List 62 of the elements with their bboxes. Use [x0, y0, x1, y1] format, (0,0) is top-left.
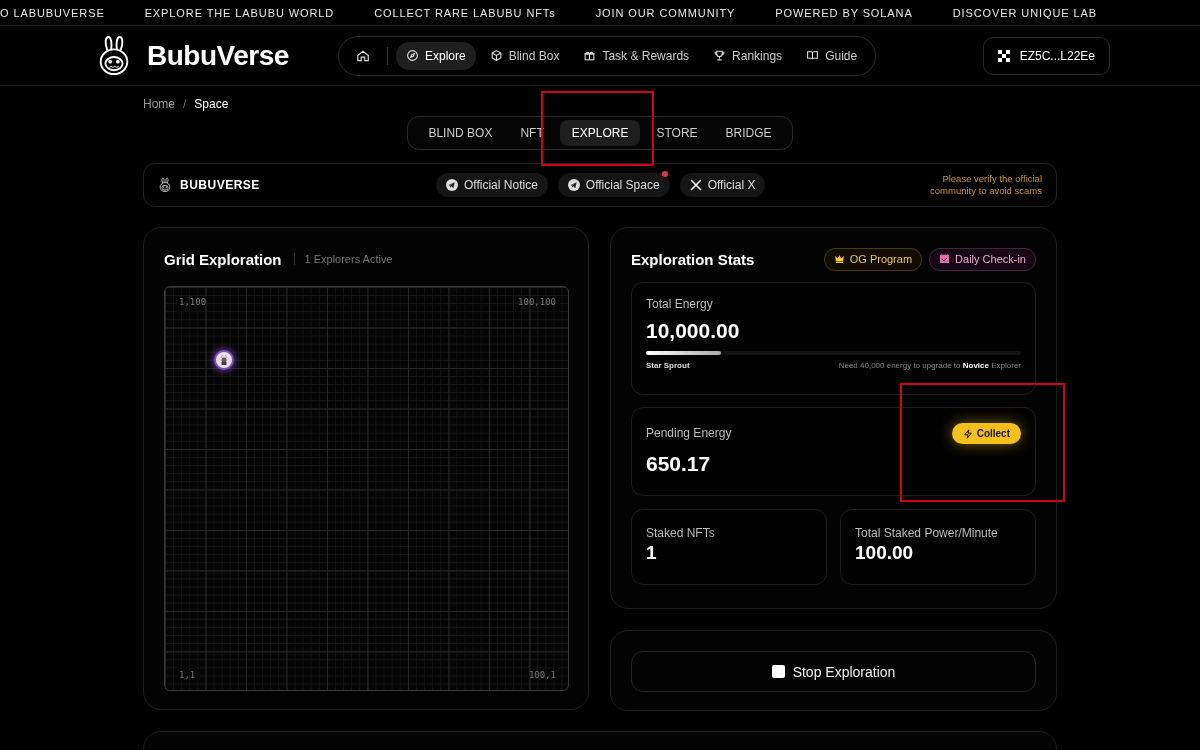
card-title: Exploration Stats: [631, 250, 755, 268]
trophy-icon: [713, 49, 727, 62]
stop-exploration-button[interactable]: Stop Exploration: [631, 651, 1036, 692]
breadcrumb-separator: /: [183, 97, 187, 113]
breadcrumb-link[interactable]: Space: [194, 97, 229, 113]
crown-icon: [833, 253, 845, 265]
collect-button[interactable]: Collect: [951, 423, 1021, 444]
gift-icon: [583, 49, 597, 62]
tab[interactable]: EXPLORE: [559, 120, 641, 146]
stop-icon: [771, 665, 785, 678]
community-link[interactable]: Official Notice: [436, 173, 548, 197]
breadcrumb-link[interactable]: Home: [143, 97, 175, 113]
brand-name: BubuVerse: [147, 39, 289, 72]
program-badge[interactable]: Daily Check-in: [929, 247, 1036, 271]
home-icon: [356, 48, 370, 63]
community-link[interactable]: Official Space: [557, 173, 670, 197]
calendar-icon: [939, 252, 951, 266]
stat-value: 100.00: [855, 542, 915, 564]
nav-link[interactable]: Blind Box: [479, 41, 570, 70]
nav-link[interactable]: Guide: [796, 41, 868, 70]
wallet-icon: [997, 49, 1010, 62]
tab[interactable]: STORE: [644, 120, 710, 146]
scam-warning: Please verify the official community to avoid scams: [929, 173, 1042, 197]
rank-name: Star Sprout: [646, 361, 690, 370]
x-logo-icon: [689, 179, 702, 191]
explorer-avatar: [214, 350, 234, 370]
ticker-text: JOIN OUR COMMUNITY: [595, 6, 736, 19]
stat-value: 1: [646, 542, 658, 564]
stat-value: 650.17: [646, 452, 712, 476]
ticker-text: EXPLORE THE LABUBU WORLD: [144, 6, 335, 19]
coordinate-label: 100,1: [528, 670, 556, 680]
ticker-text: DISCOVER UNIQUE LAB: [952, 6, 1097, 19]
bunny-logo-icon: [158, 177, 172, 193]
stat-label: Staked NFTs: [646, 526, 716, 540]
upgrade-hint: Need 40,000 energy to upgrade to Novice Explorer: [838, 361, 1021, 370]
nav-link[interactable]: Rankings: [703, 41, 793, 70]
cube-icon: [489, 49, 503, 62]
book-icon: [806, 49, 820, 62]
tab[interactable]: BLIND BOX: [416, 120, 505, 146]
tab[interactable]: BRIDGE: [713, 120, 784, 146]
nav-link[interactable]: Task & Rewards: [573, 41, 700, 70]
explorers-count: 1 Explorers Active: [293, 253, 393, 265]
program-badge[interactable]: OG Program: [823, 247, 923, 271]
lightning-icon: [962, 428, 973, 439]
coordinate-label: 1,1: [179, 670, 196, 680]
nav-link[interactable]: Explore: [396, 41, 476, 70]
coordinate-label: 100,100: [518, 297, 556, 307]
telegram-icon: [446, 179, 458, 191]
ticker-text: COLLECT RARE LABUBU NFTs: [374, 6, 556, 19]
card-title: Grid Exploration: [164, 250, 282, 268]
stat-value: 10,000.00: [646, 319, 741, 343]
stat-label: Pending Energy: [646, 426, 732, 440]
stat-label: Total Staked Power/Minute: [855, 526, 999, 540]
ticker-text: O LABUBUVERSE: [0, 6, 105, 19]
coordinate-label: 1,100: [179, 297, 207, 307]
ticker-text: POWERED BY SOLANA: [775, 6, 913, 19]
wallet-button[interactable]: EZ5C...L22Ee: [982, 36, 1110, 75]
stat-label: Total Energy: [646, 297, 714, 311]
telegram-icon: [567, 179, 580, 191]
compass-icon: [406, 49, 419, 62]
community-name: BUBUVERSE: [180, 178, 260, 192]
community-link[interactable]: Official X: [679, 173, 766, 197]
